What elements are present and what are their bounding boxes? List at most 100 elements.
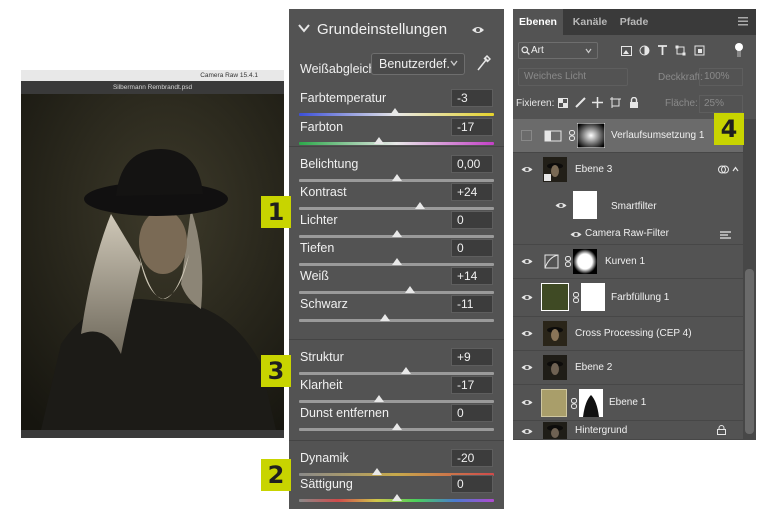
tab-paths[interactable]: Pfade <box>615 9 653 35</box>
lock-transparency-icon[interactable] <box>558 98 568 108</box>
slider-track[interactable] <box>299 207 494 210</box>
eye-icon[interactable] <box>555 201 567 210</box>
callout-badge-4: 4 <box>714 113 744 145</box>
slider-thumb[interactable] <box>405 286 416 293</box>
white-balance-select[interactable]: Benutzerdef. <box>371 53 465 75</box>
smart-filter-mask-thumbnail[interactable] <box>573 191 597 219</box>
slider-value-field[interactable]: 0 <box>451 239 493 257</box>
layer-row-cross-processing[interactable]: Cross Processing (CEP 4) <box>513 317 743 351</box>
layer-row-ebene-1[interactable]: Ebene 1 <box>513 385 743 421</box>
slider-thumb[interactable] <box>379 314 390 321</box>
layer-thumbnail[interactable] <box>543 355 567 380</box>
basic-settings-header[interactable]: Grundeinstellungen <box>289 9 504 49</box>
slider-value-field[interactable]: 0 <box>451 475 493 493</box>
slider-track[interactable] <box>299 319 494 322</box>
slider-value-field[interactable]: -11 <box>451 295 493 313</box>
slider-farbton[interactable]: Farbton -17 <box>289 118 504 158</box>
slider-thumb[interactable] <box>391 423 402 430</box>
slider-dunst-entfernen[interactable]: Dunst entfernen 0 <box>289 404 504 444</box>
slider-value-field[interactable]: +24 <box>451 183 493 201</box>
section-divider <box>289 440 504 441</box>
slider-track[interactable] <box>299 142 494 145</box>
texture-thumbnail[interactable] <box>541 389 567 417</box>
visibility-toggle-off[interactable] <box>521 130 532 141</box>
eye-icon[interactable] <box>521 329 533 338</box>
filter-kind-select[interactable]: Art <box>518 42 598 59</box>
layer-row-camera-raw-filter[interactable]: Camera Raw-Filter <box>513 225 743 245</box>
filter-options-icon[interactable] <box>720 230 731 240</box>
smart-object-thumbnail[interactable] <box>543 157 567 182</box>
chevron-up-icon[interactable] <box>732 166 739 172</box>
slider-value-field[interactable]: -17 <box>451 118 493 136</box>
type-filter-icon[interactable] <box>657 45 668 56</box>
color-fill-thumbnail[interactable] <box>541 283 569 311</box>
tab-channels[interactable]: Kanäle <box>567 9 613 35</box>
eye-icon[interactable] <box>521 398 533 407</box>
eye-icon[interactable] <box>521 257 533 266</box>
eye-icon[interactable] <box>521 363 533 372</box>
chevron-down-icon[interactable] <box>297 21 311 35</box>
eye-icon[interactable] <box>471 25 485 35</box>
slider-thumb[interactable] <box>372 468 382 475</box>
slider-sättigung[interactable]: Sättigung 0 <box>289 475 504 515</box>
layer-row-background[interactable]: Hintergrund <box>513 421 743 440</box>
eye-icon[interactable] <box>521 427 533 436</box>
filter-toggle-icon[interactable] <box>735 43 743 57</box>
image-filter-icon[interactable] <box>621 46 632 56</box>
slider-thumb[interactable] <box>391 494 402 501</box>
layer-thumbnail[interactable] <box>543 422 567 440</box>
slider-thumb[interactable] <box>373 137 384 144</box>
smart-filter-icon[interactable] <box>718 164 729 175</box>
slider-thumb[interactable] <box>391 258 402 265</box>
slider-track[interactable] <box>299 372 494 375</box>
slider-thumb[interactable] <box>401 367 412 374</box>
scrollbar-thumb[interactable] <box>745 269 754 434</box>
blend-mode-select[interactable]: Weiches Licht <box>518 68 628 86</box>
layer-row-gradient-map[interactable]: Verlaufsumsetzung 1 <box>513 119 743 153</box>
layer-row-ebene-2[interactable]: Ebene 2 <box>513 351 743 385</box>
lock-all-icon[interactable] <box>629 97 639 108</box>
layer-mask-thumbnail[interactable] <box>577 123 605 148</box>
callout-badge-1: 1 <box>261 196 291 228</box>
shape-filter-icon[interactable] <box>675 45 686 56</box>
lock-artboard-icon[interactable] <box>610 97 621 108</box>
layer-name: Ebene 1 <box>609 397 647 408</box>
slider-value-field[interactable]: +9 <box>451 348 493 366</box>
slider-value-field[interactable]: 0 <box>451 404 493 422</box>
slider-value-field[interactable]: -17 <box>451 376 493 394</box>
slider-value-field[interactable]: +14 <box>451 267 493 285</box>
layer-mask-thumbnail[interactable] <box>581 283 605 311</box>
layer-row-smartfilter[interactable]: Smartfilter <box>513 187 743 225</box>
eyedropper-icon[interactable] <box>475 54 491 72</box>
slider-value-field[interactable]: 0,00 <box>451 155 493 173</box>
tab-layers[interactable]: Ebenen <box>513 9 563 35</box>
lock-position-icon[interactable] <box>592 97 603 108</box>
panel-menu-icon[interactable] <box>738 17 748 26</box>
layer-mask-thumbnail[interactable] <box>579 389 603 417</box>
slider-thumb[interactable] <box>391 230 402 237</box>
eye-icon[interactable] <box>521 293 533 302</box>
slider-thumb[interactable] <box>391 174 402 181</box>
smart-object-filter-icon[interactable] <box>694 45 705 56</box>
slider-thumb[interactable] <box>414 202 425 209</box>
fill-field[interactable]: 25% <box>699 95 743 113</box>
layer-mask-thumbnail[interactable] <box>573 249 597 274</box>
slider-thumb[interactable] <box>389 108 400 115</box>
opacity-field[interactable]: 100% <box>699 68 743 86</box>
slider-thumb[interactable] <box>373 395 384 402</box>
slider-schwarz[interactable]: Schwarz -11 <box>289 295 504 335</box>
layers-scrollbar[interactable] <box>743 119 756 440</box>
lock-pixels-icon[interactable] <box>575 97 586 108</box>
slider-value-field[interactable]: 0 <box>451 211 493 229</box>
adjustment-filter-icon[interactable] <box>639 45 650 56</box>
layer-row-curves[interactable]: Kurven 1 <box>513 245 743 279</box>
slider-value-field[interactable]: -20 <box>451 449 493 467</box>
layer-row-color-fill[interactable]: Farbfüllung 1 <box>513 279 743 317</box>
slider-value-field[interactable]: -3 <box>451 89 493 107</box>
layer-row-ebene-3[interactable]: Ebene 3 <box>513 153 743 187</box>
eye-icon[interactable] <box>521 165 533 174</box>
slider-track[interactable] <box>299 291 494 294</box>
slider-track[interactable] <box>299 400 494 403</box>
eye-icon[interactable] <box>570 230 582 239</box>
layer-thumbnail[interactable] <box>543 321 567 346</box>
